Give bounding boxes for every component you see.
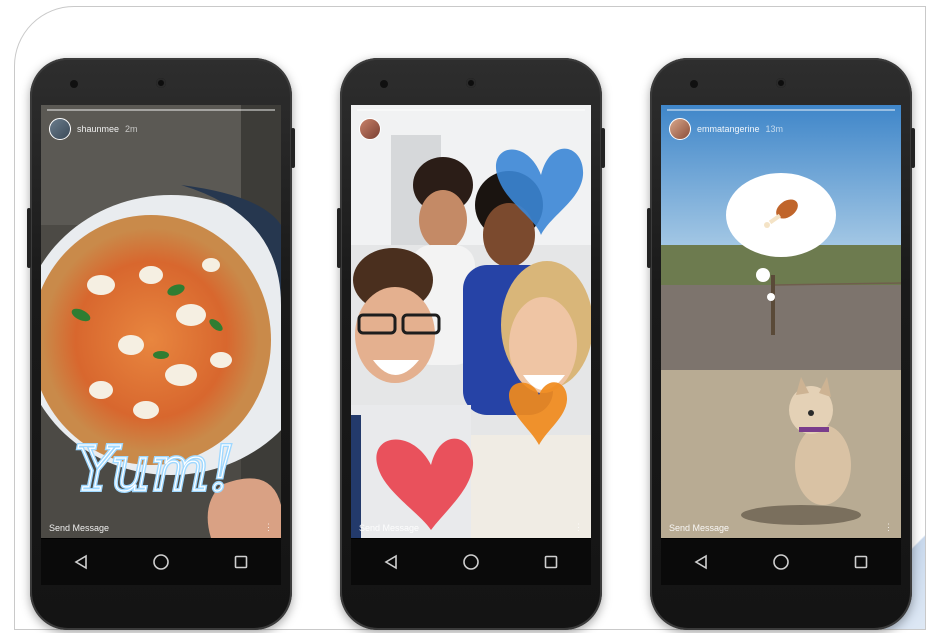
home-circle-icon[interactable] — [141, 542, 181, 582]
story-username[interactable]: shaunmee — [77, 124, 119, 134]
front-camera — [690, 80, 698, 88]
home-circle-icon[interactable] — [451, 542, 491, 582]
story-header: shaunmee 2m — [49, 117, 138, 141]
svg-text:Yum!: Yum! — [75, 432, 234, 505]
story-photo-pizza[interactable]: Yum! Yum! — [41, 105, 281, 538]
home-circle-icon[interactable] — [761, 542, 801, 582]
more-options-icon[interactable]: ⋮ — [574, 522, 583, 533]
story-time: 2m — [125, 124, 138, 134]
phone-screen: emmatangerine 13m Send Message ⋮ — [661, 105, 901, 585]
back-triangle-icon[interactable] — [681, 542, 721, 582]
recents-square-icon[interactable] — [841, 542, 881, 582]
back-triangle-icon[interactable] — [371, 542, 411, 582]
recents-square-icon[interactable] — [221, 542, 261, 582]
power-button — [911, 128, 915, 168]
story-username[interactable]: emmatangerine — [697, 124, 760, 134]
earpiece-speaker — [776, 78, 786, 88]
front-camera — [380, 80, 388, 88]
user-avatar[interactable] — [359, 118, 381, 140]
back-triangle-icon[interactable] — [61, 542, 101, 582]
phone-screen: Send Message ⋮ — [351, 105, 591, 585]
volume-button — [337, 208, 341, 268]
power-button — [601, 128, 605, 168]
story-header — [359, 117, 393, 141]
user-avatar[interactable] — [669, 118, 691, 140]
story-time: 13m — [765, 124, 784, 134]
earpiece-speaker — [466, 78, 476, 88]
phone-pizza-story: Yum! Yum! shaunmee 2m Send Message ⋮ — [27, 58, 295, 630]
user-avatar[interactable] — [49, 118, 71, 140]
volume-button — [647, 208, 651, 268]
recents-square-icon[interactable] — [531, 542, 571, 582]
android-navbar — [41, 539, 281, 585]
earpiece-speaker — [156, 78, 166, 88]
story-progress-bar — [357, 109, 585, 111]
volume-button — [27, 208, 31, 268]
send-message-field[interactable]: Send Message — [49, 523, 109, 533]
story-photo-selfie[interactable] — [351, 105, 591, 538]
story-header: emmatangerine 13m — [669, 117, 783, 141]
more-options-icon[interactable]: ⋮ — [884, 522, 893, 533]
android-navbar — [661, 539, 901, 585]
front-camera — [70, 80, 78, 88]
power-button — [291, 128, 295, 168]
story-photo-dog[interactable] — [661, 105, 901, 538]
phone-selfie-story: Send Message ⋮ — [337, 58, 605, 630]
android-navbar — [351, 539, 591, 585]
more-options-icon[interactable]: ⋮ — [264, 522, 273, 533]
send-message-field[interactable]: Send Message — [669, 523, 729, 533]
phone-dog-story: emmatangerine 13m Send Message ⋮ — [647, 58, 915, 630]
send-message-field[interactable]: Send Message — [359, 523, 419, 533]
phone-screen: Yum! Yum! shaunmee 2m Send Message ⋮ — [41, 105, 281, 585]
story-progress-bar — [667, 109, 895, 111]
story-progress-bar — [47, 109, 275, 111]
